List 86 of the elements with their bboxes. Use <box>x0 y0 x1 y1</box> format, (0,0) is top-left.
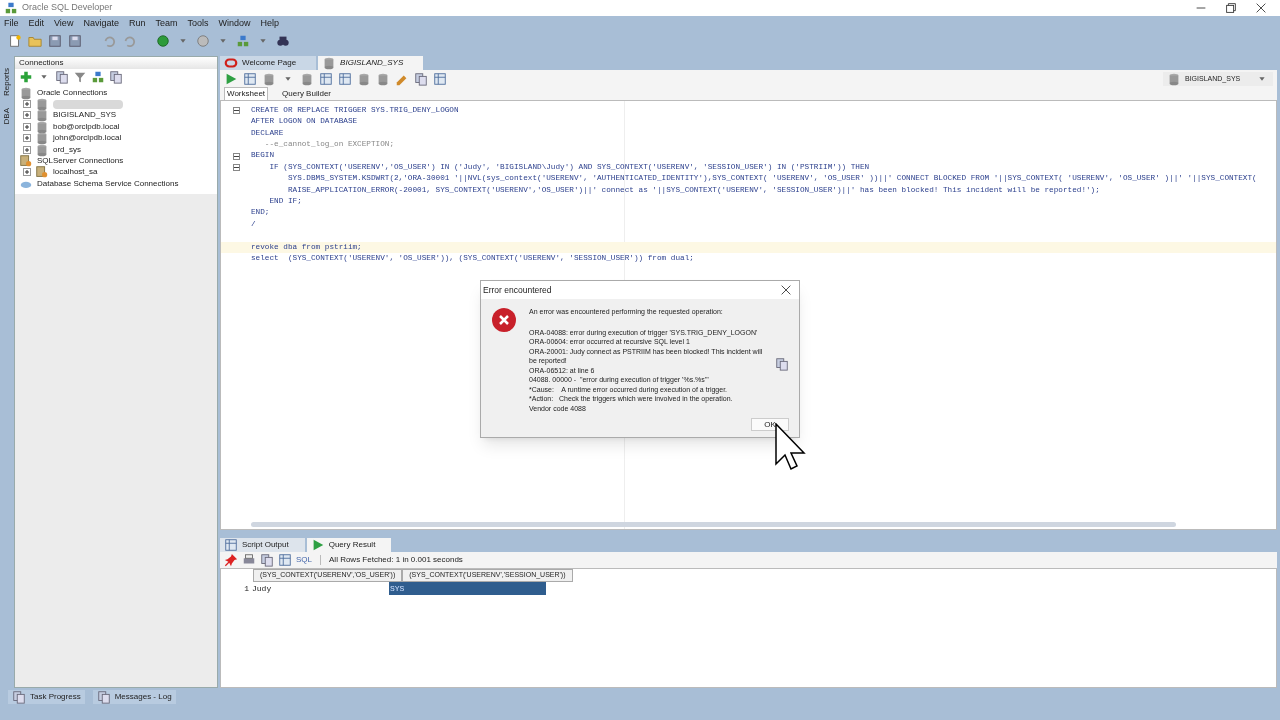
editor-tab[interactable]: Welcome Page <box>220 56 317 70</box>
bottom-tab[interactable]: Task Progress <box>8 689 85 704</box>
database-icon[interactable] <box>262 72 276 86</box>
menu-item[interactable]: Window <box>218 16 251 31</box>
tree-item[interactable]: SQLServer Connections <box>37 155 124 168</box>
grid-icon[interactable] <box>278 553 292 567</box>
save-all-icon[interactable] <box>68 33 82 48</box>
expand-toggle[interactable] <box>23 134 31 143</box>
tree-icon[interactable] <box>91 70 105 84</box>
fetch-status: All Rows Fetched: 1 in 0.001 seconds <box>329 554 463 566</box>
row-number: 1 <box>243 582 250 595</box>
output-tab[interactable]: Query Result <box>306 538 392 552</box>
close-icon[interactable] <box>1254 1 1268 15</box>
output-tab[interactable]: Script Output <box>220 538 305 552</box>
expand-toggle[interactable] <box>23 111 31 120</box>
database-icon[interactable] <box>35 108 49 123</box>
circle-icon[interactable] <box>156 33 170 48</box>
panel-title: Connections <box>19 57 64 69</box>
editor-tab[interactable]: BIGISLAND_SYS <box>318 56 424 70</box>
database-icon[interactable] <box>357 72 371 86</box>
menu-item[interactable]: Team <box>155 16 178 31</box>
server-icon[interactable] <box>19 154 33 169</box>
database-icon[interactable] <box>300 72 314 86</box>
expand-toggle[interactable] <box>23 122 31 131</box>
database-icon[interactable] <box>35 131 49 146</box>
fold-toggle[interactable] <box>232 107 240 115</box>
app-icon <box>4 1 18 15</box>
database-icon[interactable] <box>376 72 390 86</box>
table-cell[interactable]: SYS <box>389 582 546 595</box>
copy-icon[interactable] <box>260 553 274 567</box>
menu-item[interactable]: File <box>4 16 19 31</box>
printer-icon[interactable] <box>242 553 256 567</box>
tree-item[interactable]: ord_sys <box>53 143 81 156</box>
window-icon <box>96 689 111 704</box>
menu-item[interactable]: Edit <box>28 16 45 31</box>
oracle-icon <box>224 56 238 70</box>
restore-icon[interactable] <box>1224 1 1238 15</box>
expand-toggle[interactable] <box>23 100 31 109</box>
menu-item[interactable]: Run <box>128 16 146 31</box>
server-icon[interactable] <box>35 165 49 180</box>
circle-icon[interactable] <box>196 33 210 48</box>
window-icon <box>12 689 26 704</box>
side-tab[interactable]: DBA <box>1 108 13 125</box>
tree-icon[interactable] <box>236 33 250 48</box>
dialog-title: Error encountered <box>483 283 552 297</box>
fold-toggle[interactable] <box>232 164 240 172</box>
tree-item[interactable]: bob@orclpdb.local <box>53 120 120 133</box>
add-icon[interactable] <box>19 70 33 84</box>
expand-toggle[interactable] <box>23 145 31 154</box>
sub-tab[interactable]: Query Builder <box>280 88 333 100</box>
fold-toggle[interactable] <box>232 152 240 160</box>
database-icon <box>1167 72 1181 86</box>
pin-icon[interactable] <box>224 553 238 567</box>
grid-icon[interactable] <box>338 72 352 86</box>
tree-item[interactable]: Oracle Connections <box>37 86 108 99</box>
tree-item[interactable]: BIGISLAND_SYS <box>53 109 117 122</box>
ok-button[interactable]: OK <box>751 418 789 431</box>
menu-item[interactable]: View <box>54 16 74 31</box>
menu-item[interactable]: Navigate <box>83 16 119 31</box>
sql-link[interactable]: SQL <box>296 554 312 566</box>
window-title: Oracle SQL Developer <box>22 1 113 15</box>
sub-tab[interactable]: Worksheet <box>224 87 269 100</box>
menu-item[interactable]: Help <box>260 16 279 31</box>
menu-item[interactable]: Tools <box>187 16 209 31</box>
tree-item[interactable]: localhost_sa <box>53 166 98 179</box>
windows-icon[interactable] <box>109 70 123 84</box>
database-icon[interactable] <box>35 97 49 112</box>
new-file-icon[interactable] <box>8 33 22 48</box>
table-cell[interactable]: Judy <box>251 582 389 595</box>
blurred-label <box>53 99 123 109</box>
copy-icon[interactable] <box>414 72 428 86</box>
save-icon[interactable] <box>48 33 62 48</box>
database-icon[interactable] <box>19 85 33 100</box>
side-tab[interactable]: Reports <box>1 68 13 96</box>
tree-item[interactable]: john@orclpdb.local <box>53 132 122 145</box>
database-icon[interactable] <box>35 119 49 134</box>
copy-icon[interactable] <box>775 357 789 371</box>
database-icon[interactable] <box>35 142 49 157</box>
error-icon <box>491 307 517 333</box>
expand-toggle[interactable] <box>23 168 31 177</box>
tree-item[interactable]: Database Schema Service Connections <box>37 177 179 190</box>
bottom-tab[interactable]: Messages - Log <box>92 689 176 704</box>
grid-icon[interactable] <box>319 72 333 86</box>
grid-icon[interactable] <box>243 72 257 86</box>
close-icon[interactable] <box>779 283 793 297</box>
grid-icon[interactable] <box>433 72 447 86</box>
